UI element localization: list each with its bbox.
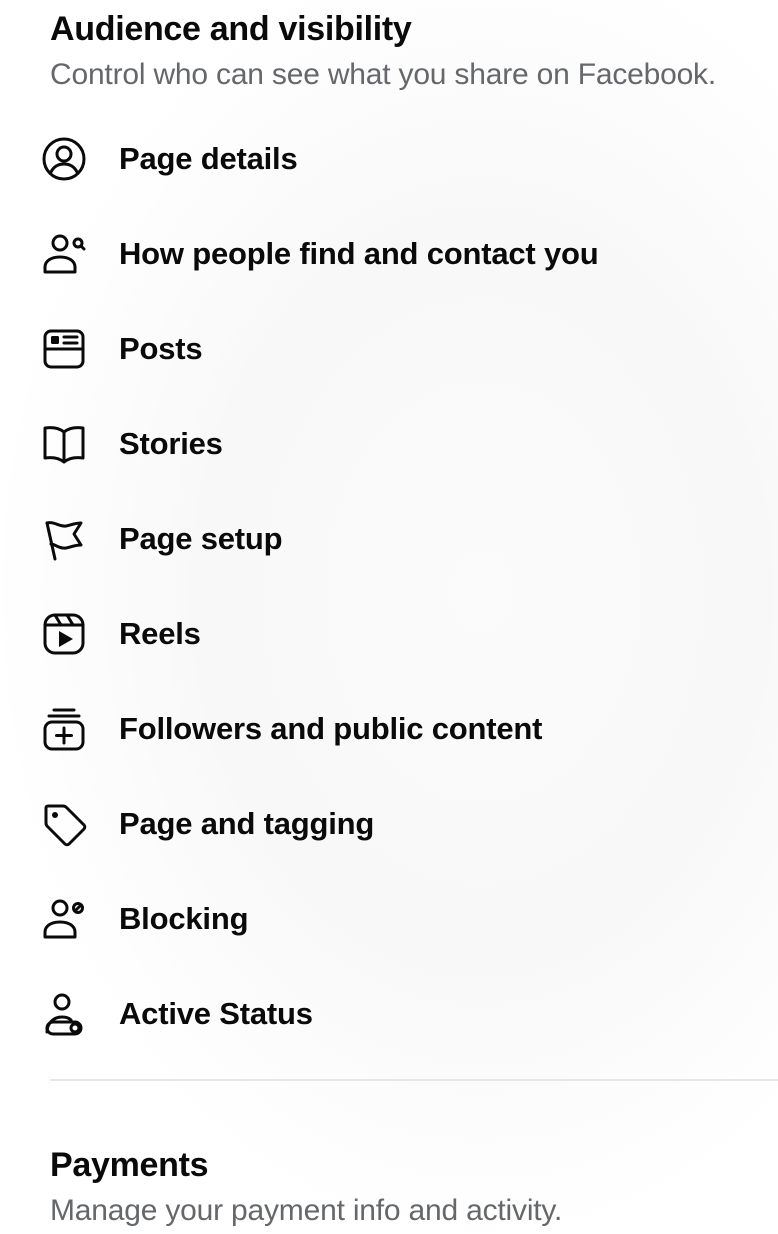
payments-section-title: Payments bbox=[50, 1146, 209, 1184]
payments-section-subtitle: Manage your payment info and activity. bbox=[50, 1194, 563, 1227]
reels-play-icon bbox=[36, 606, 92, 662]
menu-item-blocking[interactable]: Blocking bbox=[36, 877, 736, 961]
menu-item-followers-public-content[interactable]: Followers and public content bbox=[36, 687, 736, 771]
menu-item-label: Reels bbox=[119, 616, 201, 651]
menu-item-find-and-contact[interactable]: How people find and contact you bbox=[36, 212, 736, 296]
menu-item-label: Blocking bbox=[119, 901, 249, 936]
flag-icon bbox=[36, 511, 92, 567]
menu-item-label: Followers and public content bbox=[119, 711, 543, 746]
menu-item-active-status[interactable]: Active Status bbox=[36, 972, 736, 1056]
post-card-icon bbox=[36, 321, 92, 377]
menu-item-label: Stories bbox=[119, 426, 223, 461]
settings-page: Audience and visibility Control who can … bbox=[0, 0, 778, 1234]
menu-item-stories[interactable]: Stories bbox=[36, 402, 736, 486]
person-block-icon bbox=[36, 891, 92, 947]
audience-section-title: Audience and visibility bbox=[50, 10, 412, 48]
menu-item-label: Page and tagging bbox=[119, 806, 375, 841]
followers-plus-icon bbox=[36, 701, 92, 757]
menu-item-label: Page setup bbox=[119, 521, 283, 556]
audience-section-subtitle: Control who can see what you share on Fa… bbox=[50, 58, 716, 91]
menu-item-reels[interactable]: Reels bbox=[36, 592, 736, 676]
book-icon bbox=[36, 416, 92, 472]
menu-item-page-details[interactable]: Page details bbox=[36, 117, 736, 201]
menu-item-posts[interactable]: Posts bbox=[36, 307, 736, 391]
menu-item-label: How people find and contact you bbox=[119, 236, 599, 271]
person-search-icon bbox=[36, 226, 92, 282]
menu-item-label: Posts bbox=[119, 331, 203, 366]
profile-circle-icon bbox=[36, 131, 92, 187]
menu-item-page-and-tagging[interactable]: Page and tagging bbox=[36, 782, 736, 866]
person-toggle-icon bbox=[36, 986, 92, 1042]
menu-item-page-setup[interactable]: Page setup bbox=[36, 497, 736, 581]
section-divider bbox=[50, 1079, 778, 1081]
menu-item-label: Active Status bbox=[119, 996, 313, 1031]
tag-icon bbox=[36, 796, 92, 852]
menu-item-label: Page details bbox=[119, 141, 298, 176]
